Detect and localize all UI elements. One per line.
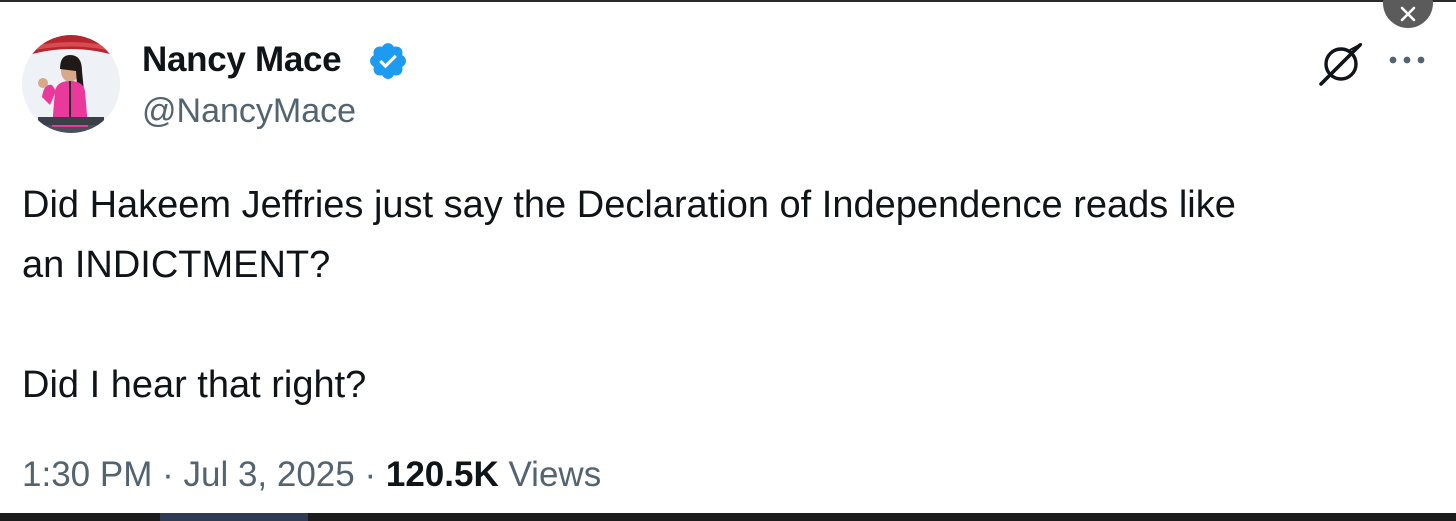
tweet-text-paragraph-2: Did I hear that right? (22, 364, 367, 406)
tweet-time[interactable]: 1:30 PM (22, 455, 152, 494)
close-button[interactable] (1383, 0, 1433, 28)
more-options-icon[interactable] (1387, 48, 1427, 72)
tweet-card: Nancy Mace @NancyMace Did Hakeem Jeffrie… (0, 0, 1456, 521)
top-divider (0, 0, 1456, 2)
close-icon (1400, 6, 1416, 22)
views-count[interactable]: 120.5K (386, 455, 499, 494)
author-handle[interactable]: @NancyMace (142, 92, 356, 131)
bottom-strip (0, 513, 1456, 521)
meta-separator: · (162, 455, 174, 494)
verified-badge-icon (370, 43, 406, 79)
avatar-photo (22, 35, 120, 133)
views-label[interactable]: Views (508, 455, 601, 494)
tweet-metadata: 1:30 PM · Jul 3, 2025 · 120.5K Views (22, 455, 601, 495)
tweet-text-line-2: an INDICTMENT? (22, 244, 331, 286)
tweet-date[interactable]: Jul 3, 2025 (183, 455, 354, 494)
avatar[interactable] (22, 35, 120, 133)
tweet-text: Did Hakeem Jeffries just say the Declara… (22, 175, 1432, 415)
author-display-name[interactable]: Nancy Mace (142, 40, 342, 80)
grok-icon[interactable] (1316, 42, 1366, 86)
bottom-tab-hint (160, 513, 308, 521)
tweet-text-line-1: Did Hakeem Jeffries just say the Declara… (22, 184, 1236, 226)
meta-separator-2: · (364, 455, 377, 494)
